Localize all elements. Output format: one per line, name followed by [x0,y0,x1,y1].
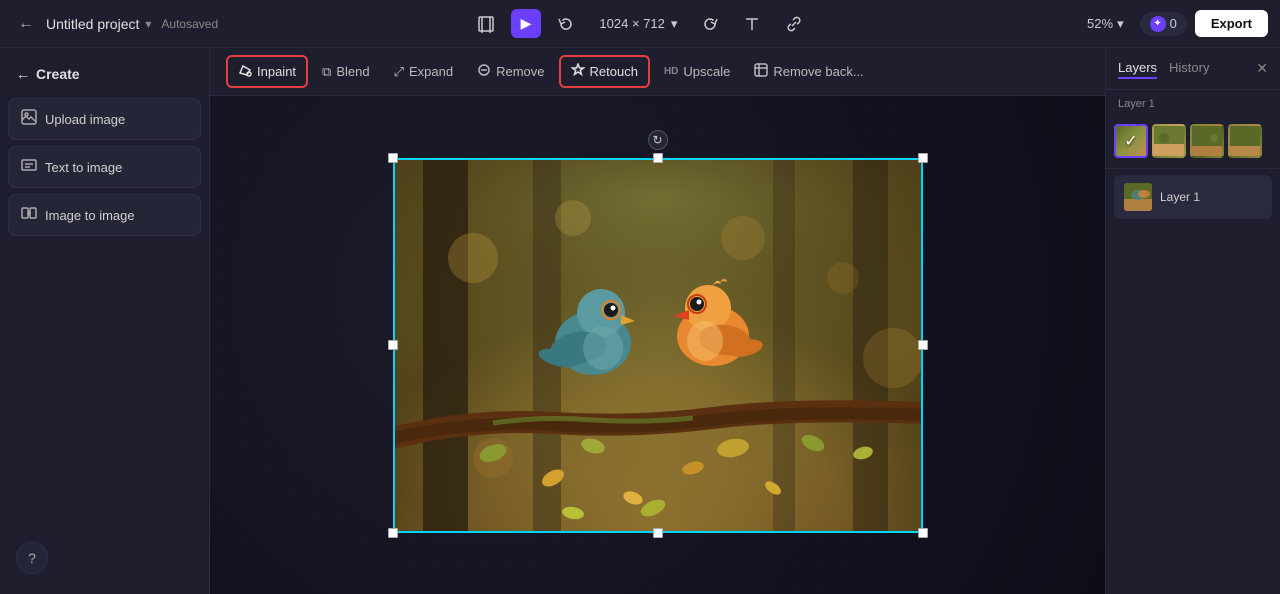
handle-middle-right[interactable] [918,340,928,350]
create-label: Create [36,66,80,82]
upload-image-icon [21,109,37,129]
topbar: ← Untitled project ▾ Autosaved ▶ 1024 × … [0,0,1280,48]
image-container[interactable]: ↻ [393,158,923,533]
canvas-area: Inpaint ⧉ Blend ⤢ Expand Remove [210,48,1105,594]
image-to-image-icon [21,205,37,225]
layer-thumb-1[interactable]: ✓ [1114,124,1148,158]
upload-image-label: Upload image [45,112,125,127]
play-button[interactable]: ▶ [511,9,542,38]
sidebar-item-image-to-image[interactable]: Image to image [8,194,201,236]
toolbar-blend-button[interactable]: ⧉ Blend [312,58,380,86]
zoom-chevron-icon: ▾ [1117,16,1124,32]
toolbar-upscale-button[interactable]: HD Upscale [654,58,740,85]
retouch-label: Retouch [590,64,638,79]
credits-count: 0 [1170,16,1177,31]
thumb-check-icon: ✓ [1116,126,1146,156]
project-chevron-icon: ▾ [145,17,151,31]
sidebar-item-text-to-image[interactable]: Text to image [8,146,201,188]
redo-button[interactable] [693,9,727,39]
tab-layers[interactable]: Layers [1118,58,1157,79]
layer-section-label: Layer 1 [1106,90,1280,114]
panel-close-icon[interactable]: ✕ [1256,60,1268,77]
text-to-image-label: Text to image [45,160,122,175]
credits-badge: ✦ 0 [1140,12,1187,36]
inpaint-icon [238,63,252,80]
remove-bg-label: Remove back... [773,64,863,79]
main-area: ← Create Upload image Text to im [0,48,1280,594]
canvas-size-label: 1024 × 712 [599,16,664,31]
autosaved-label: Autosaved [161,17,218,31]
handle-bottom-right[interactable] [918,528,928,538]
toolbar-retouch-button[interactable]: Retouch [559,55,650,88]
upscale-hd-label: HD [664,66,678,77]
canvas-size-chevron-icon: ▾ [671,16,678,32]
sidebar-item-upload-image[interactable]: Upload image [8,98,201,140]
topbar-center: ▶ 1024 × 712 ▾ [240,9,1040,39]
blend-label: Blend [336,64,369,79]
canvas-size-button[interactable]: 1024 × 712 ▾ [591,12,685,36]
toolbar-remove-bg-button[interactable]: Remove back... [744,57,873,86]
retouch-icon [571,63,585,80]
image-to-image-label: Image to image [45,208,135,223]
toolbar: Inpaint ⧉ Blend ⤢ Expand Remove [210,48,1105,96]
handle-top-left[interactable] [388,153,398,163]
zoom-label: 52% [1087,16,1113,31]
toolbar-remove-button[interactable]: Remove [467,57,554,86]
link-tool-button[interactable] [777,9,811,39]
project-title: Untitled project [46,16,139,32]
inpaint-label: Inpaint [257,64,296,79]
topbar-right: 52% ▾ ✦ 0 Export [1048,10,1268,37]
panel-tabs: Layers History [1118,58,1209,79]
rotate-left-button[interactable] [549,9,583,39]
expand-icon: ⤢ [394,64,404,80]
remove-icon [477,63,491,80]
layer-thumb-2[interactable] [1152,124,1186,158]
layer-item-1[interactable]: Layer 1 [1114,175,1272,219]
create-header: ← Create [8,60,201,88]
layer-thumbnails: ✓ [1106,114,1280,169]
layer-item-thumbnail [1124,183,1152,211]
canvas-viewport[interactable]: ↻ [210,96,1105,594]
handle-top-right[interactable] [918,153,928,163]
export-button[interactable]: Export [1195,10,1268,37]
zoom-button[interactable]: 52% ▾ [1079,12,1132,36]
text-to-image-icon [21,157,37,177]
remove-bg-icon [754,63,768,80]
rotate-handle[interactable]: ↻ [648,130,668,150]
layer-thumb-4[interactable] [1228,124,1262,158]
layer-item-label: Layer 1 [1160,190,1200,204]
right-panel: Layers History ✕ Layer 1 ✓ [1105,48,1280,594]
upscale-label: Upscale [683,64,730,79]
frame-tool-button[interactable] [469,9,503,39]
canvas-image [393,158,923,533]
blend-icon: ⧉ [322,64,331,80]
handle-bottom-left[interactable] [388,528,398,538]
tab-history[interactable]: History [1169,58,1209,79]
back-button[interactable]: ← [12,11,40,37]
expand-label: Expand [409,64,453,79]
remove-label: Remove [496,64,544,79]
layer-thumb-3[interactable] [1190,124,1224,158]
left-sidebar: ← Create Upload image Text to im [0,48,210,594]
help-button[interactable]: ? [16,542,48,574]
toolbar-inpaint-button[interactable]: Inpaint [226,55,308,88]
toolbar-expand-button[interactable]: ⤢ Expand [384,58,464,86]
text-tool-button[interactable] [735,9,769,39]
handle-middle-left[interactable] [388,340,398,350]
create-back-icon: ← [16,66,30,82]
sidebar-bottom: ? [8,534,201,582]
credits-icon: ✦ [1150,16,1166,32]
handle-top-middle[interactable] [653,153,663,163]
handle-bottom-middle[interactable] [653,528,663,538]
topbar-left: ← Untitled project ▾ Autosaved [12,11,232,37]
panel-header: Layers History ✕ [1106,48,1280,90]
